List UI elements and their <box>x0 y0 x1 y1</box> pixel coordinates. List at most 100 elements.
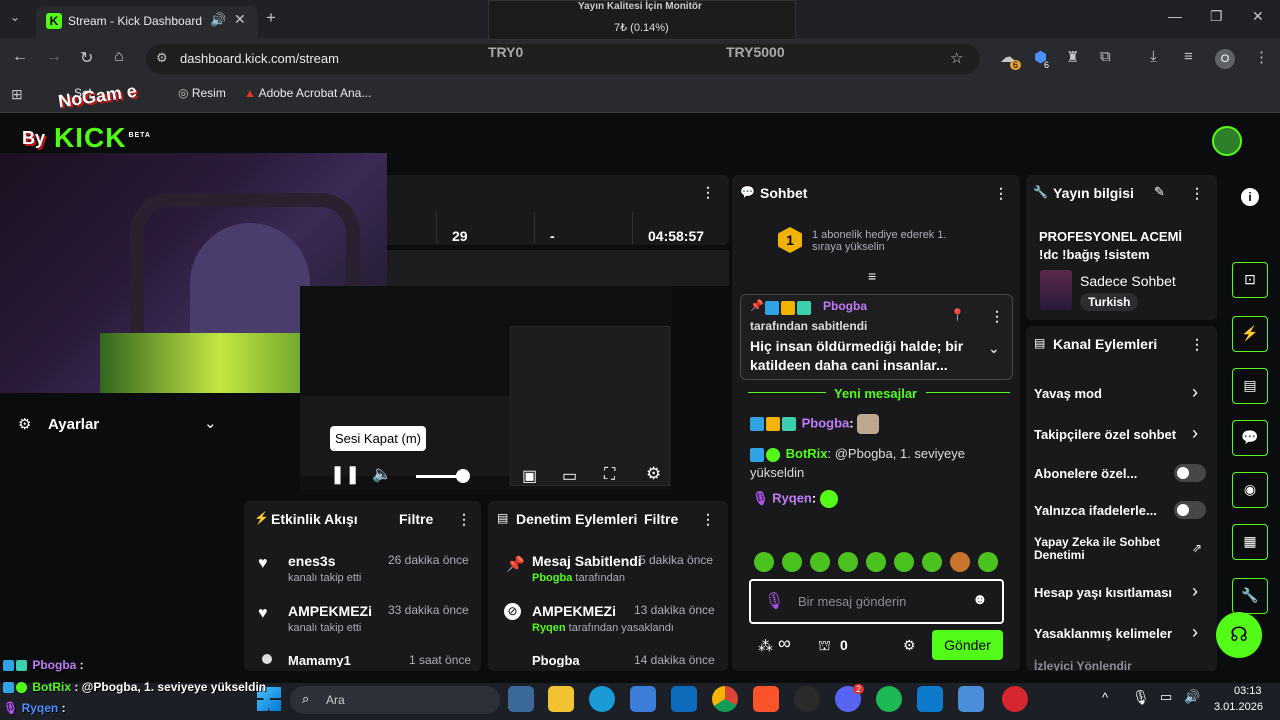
tray-chevron-icon[interactable]: ^ <box>1102 690 1108 705</box>
emote-4-icon[interactable] <box>838 552 858 572</box>
edit-pencil-icon[interactable]: ✎ <box>1154 184 1165 200</box>
window-close-icon[interactable]: ✕ <box>1252 8 1264 25</box>
emote-1-icon[interactable] <box>754 552 774 572</box>
emote-2-icon[interactable] <box>782 552 802 572</box>
volume-slider-thumb[interactable] <box>456 469 470 483</box>
tab-close-icon[interactable]: ✕ <box>234 11 246 28</box>
vscode-icon[interactable] <box>917 686 943 712</box>
tab-kick-dashboard[interactable]: K Stream - Kick Dashboard 🔊 ✕ <box>36 6 258 38</box>
app-icon[interactable] <box>958 686 984 712</box>
apps-grid-icon[interactable]: ⊞ <box>11 86 23 103</box>
download-icon[interactable]: ⤓ <box>1150 48 1157 65</box>
spotify-icon[interactable] <box>876 686 902 712</box>
tab-search-icon[interactable]: ⌄ <box>10 10 20 24</box>
profile-avatar[interactable]: O <box>1215 49 1235 69</box>
support-chat-icon[interactable]: ☊ <box>1216 612 1262 658</box>
extension-icon-3[interactable]: ♜ <box>1066 48 1079 66</box>
emote-7-icon[interactable] <box>922 552 942 572</box>
emote-9-icon[interactable] <box>978 552 998 572</box>
activity-menu-icon[interactable]: ⋮ <box>457 511 471 528</box>
volume-icon[interactable]: 🔈 <box>372 464 392 484</box>
unpin-icon[interactable]: 📍 <box>950 308 965 322</box>
settings-menu-item[interactable]: ⚙ Ayarlar ⌄ <box>16 414 226 436</box>
store-icon[interactable] <box>630 686 656 712</box>
reload-icon[interactable]: ↻ <box>80 48 93 68</box>
chat-user-3[interactable]: Ryqen <box>772 490 812 505</box>
user-avatar[interactable] <box>1212 126 1242 156</box>
tools-icon[interactable]: 🔧 <box>1232 578 1268 614</box>
activity-user-1[interactable]: enes3s <box>288 553 335 569</box>
pip-icon[interactable]: ▣ <box>522 466 537 486</box>
chat-settings-icon[interactable]: ⚙ <box>903 637 916 654</box>
file-explorer-icon[interactable] <box>548 686 574 712</box>
clock-time[interactable]: 03:13 <box>1234 685 1262 697</box>
ai-moderation-row[interactable]: Yapay Zeka ile Sohbet Denetimi ⇗ <box>1034 536 1210 566</box>
moderation-menu-icon[interactable]: ⋮ <box>701 511 715 528</box>
pinned-user[interactable]: Pbogba <box>823 299 867 313</box>
info-icon[interactable]: i <box>1241 188 1259 206</box>
account-age-row[interactable]: Hesap yaşı kısıtlaması › <box>1034 581 1210 603</box>
send-button[interactable]: Gönder <box>932 630 1003 660</box>
maximize-icon[interactable]: ❐ <box>1210 8 1223 25</box>
bookmark-acrobat[interactable]: ▲ Adobe Acrobat Ana... <box>244 86 371 100</box>
notes-icon[interactable]: ▤ <box>1232 368 1268 404</box>
tray-mic-icon[interactable]: 🎙 <box>1132 689 1150 706</box>
layout-icon[interactable]: ▦ <box>1232 524 1268 560</box>
taskbar-search[interactable]: ⌕ Ara <box>290 686 500 714</box>
clock-date[interactable]: 3.01.2026 <box>1214 701 1263 713</box>
address-bar[interactable]: ⚙ dashboard.kick.com/stream ☆ <box>146 44 980 74</box>
emote-5-icon[interactable] <box>866 552 886 572</box>
new-tab-icon[interactable]: + <box>266 8 276 28</box>
stats-menu-icon[interactable]: ⋮ <box>701 184 715 201</box>
emoji-picker-icon[interactable]: ☻ <box>972 591 988 608</box>
theater-icon[interactable]: ▭ <box>562 466 577 486</box>
chat-icon[interactable]: 💬 <box>1232 420 1268 456</box>
followers-only-row[interactable]: Takipçilere özel sohbet › <box>1034 423 1210 445</box>
taskview-icon[interactable] <box>508 686 534 712</box>
pause-icon[interactable]: ❚❚ <box>330 464 360 485</box>
bookmark-star-icon[interactable]: ☆ <box>950 49 963 67</box>
video-player[interactable] <box>300 286 672 494</box>
chat-user-1[interactable]: Pbogba <box>802 415 850 430</box>
home-icon[interactable]: ⌂ <box>114 48 124 66</box>
tray-volume-icon[interactable]: 🔊 <box>1184 689 1200 705</box>
channel-actions-menu-icon[interactable]: ⋮ <box>1190 336 1204 353</box>
expand-pinned-icon[interactable]: ⌄ <box>988 340 1000 357</box>
kick-logo[interactable]: KICK BETA <box>54 122 151 154</box>
app-red-icon[interactable] <box>1002 686 1028 712</box>
browser-menu-icon[interactable]: ⋮ <box>1254 48 1269 66</box>
brave-icon[interactable] <box>753 686 779 712</box>
chat-user-2[interactable]: BotRix <box>786 446 828 461</box>
back-icon[interactable]: ← <box>12 48 28 66</box>
banned-words-row[interactable]: Yasaklanmış kelimeler › <box>1034 622 1210 644</box>
slow-mode-row[interactable]: Yavaş mod › <box>1034 382 1210 404</box>
emote-6-icon[interactable] <box>894 552 914 572</box>
edge-icon[interactable] <box>589 686 615 712</box>
category-name[interactable]: Sadece Sohbet <box>1080 273 1176 289</box>
chat-menu-icon[interactable]: ⋮ <box>994 185 1008 202</box>
player-settings-icon[interactable]: ⚙ <box>646 464 661 484</box>
activity-user-2[interactable]: AMPEKMEZi <box>288 603 372 619</box>
site-info-icon[interactable]: ⚙ <box>156 50 168 66</box>
extensions-puzzle-icon[interactable]: ⧉ <box>1100 48 1111 65</box>
bookmark-resim[interactable]: ◎ Resim <box>178 86 226 100</box>
fullscreen-icon[interactable]: ⛶ <box>604 466 615 484</box>
outlook-icon[interactable] <box>671 686 697 712</box>
moderation-filter-button[interactable]: Filtre <box>644 511 678 527</box>
collapse-icon[interactable]: ≡ <box>868 268 876 284</box>
points-icon[interactable]: ⁂ <box>758 637 773 655</box>
raid-row[interactable]: İzleyici Yönlendir <box>1034 659 1210 671</box>
pinned-menu-icon[interactable]: ⋮ <box>990 308 1004 325</box>
emote-3-icon[interactable] <box>810 552 830 572</box>
screenshot-icon[interactable]: ⊡ <box>1232 262 1268 298</box>
forward-icon[interactable]: → <box>46 48 62 66</box>
mod-user-2[interactable]: Ryqen <box>532 622 566 634</box>
stream-info-menu-icon[interactable]: ⋮ <box>1190 185 1204 202</box>
bolt-icon[interactable]: ⚡ <box>1232 316 1268 352</box>
activity-user-3[interactable]: Mamamy1 <box>288 653 351 667</box>
emotes-only-toggle[interactable] <box>1174 501 1206 519</box>
chrome-icon[interactable] <box>712 686 738 712</box>
emote-8-icon[interactable] <box>950 552 970 572</box>
media-icon[interactable]: ≡ <box>1184 48 1193 65</box>
subscribers-only-toggle[interactable] <box>1174 464 1206 482</box>
